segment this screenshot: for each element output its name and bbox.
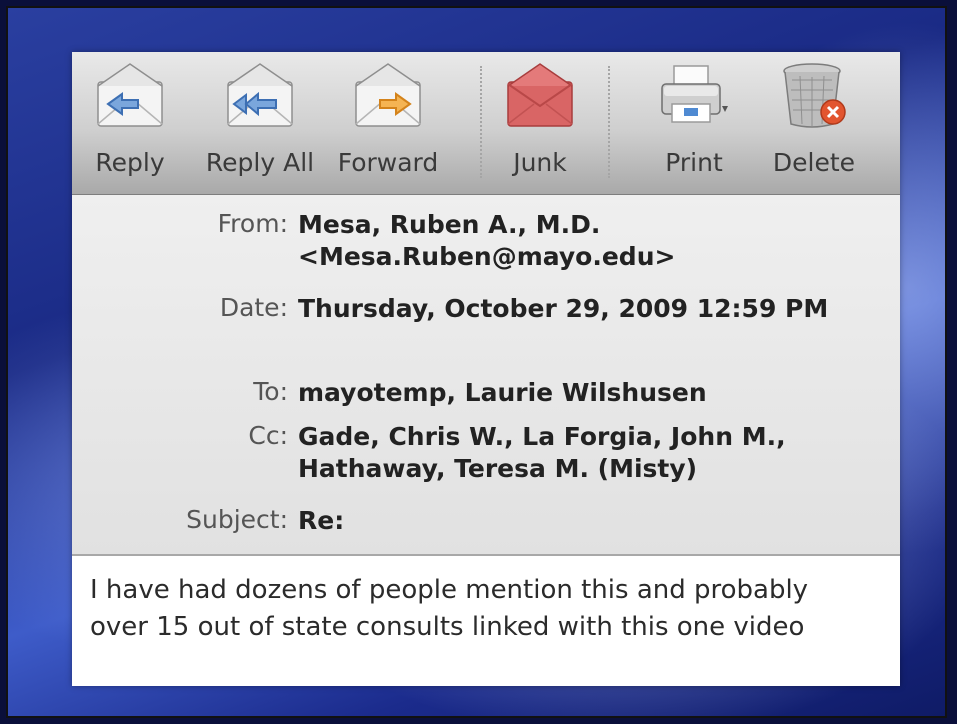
toolbar-divider: [480, 66, 482, 178]
to-label: To:: [253, 377, 288, 406]
reply-button[interactable]: Reply: [92, 62, 168, 188]
print-label: Print: [665, 148, 723, 177]
mail-message-window: Reply Reply All Forward Junk Print Delet…: [72, 52, 900, 686]
to-value[interactable]: mayotemp, Laurie Wilshusen: [298, 377, 878, 409]
message-headers: From: Mesa, Ruben A., M.D. <Mesa.Ruben@m…: [72, 195, 900, 556]
date-value: Thursday, October 29, 2009 12:59 PM: [298, 294, 829, 323]
cc-label: Cc:: [248, 421, 288, 450]
reply-all-button[interactable]: Reply All: [204, 62, 316, 188]
from-email: <Mesa.Ruben@mayo.edu>: [298, 242, 676, 271]
reply-label: Reply: [95, 148, 165, 177]
reply-all-label: Reply All: [205, 148, 315, 177]
delete-label: Delete: [772, 148, 856, 177]
toolbar-divider: [608, 66, 610, 178]
from-value[interactable]: Mesa, Ruben A., M.D. <Mesa.Ruben@mayo.ed…: [298, 209, 878, 273]
subject-value: Re:: [298, 506, 345, 535]
forward-button[interactable]: Forward: [334, 62, 442, 188]
forward-envelope-icon: [355, 63, 421, 127]
print-button[interactable]: Print: [646, 62, 742, 188]
junk-label: Junk: [513, 148, 567, 177]
slide-background: Reply Reply All Forward Junk Print Delet…: [6, 6, 947, 718]
junk-button[interactable]: Junk: [500, 62, 580, 188]
printer-icon: [661, 65, 728, 123]
body-line: I have had dozens of people mention this…: [90, 575, 809, 605]
from-name: Mesa, Ruben A., M.D.: [298, 210, 601, 239]
body-line: over 15 out of state consults linked wit…: [90, 612, 805, 642]
subject-label: Subject:: [186, 505, 288, 534]
trash-can-icon: [783, 63, 846, 128]
message-body: I have had dozens of people mention this…: [90, 572, 890, 646]
from-label: From:: [217, 209, 288, 238]
reply-all-envelope-icon: [227, 63, 293, 127]
reply-envelope-icon: [97, 63, 163, 127]
toolbar: Reply Reply All Forward Junk Print Delet…: [72, 52, 900, 195]
forward-label: Forward: [337, 148, 439, 177]
cc-value[interactable]: Gade, Chris W., La Forgia, John M., Hath…: [298, 421, 858, 485]
delete-button[interactable]: Delete: [766, 62, 862, 188]
junk-envelope-icon: [507, 63, 573, 127]
date-label: Date:: [219, 293, 288, 322]
